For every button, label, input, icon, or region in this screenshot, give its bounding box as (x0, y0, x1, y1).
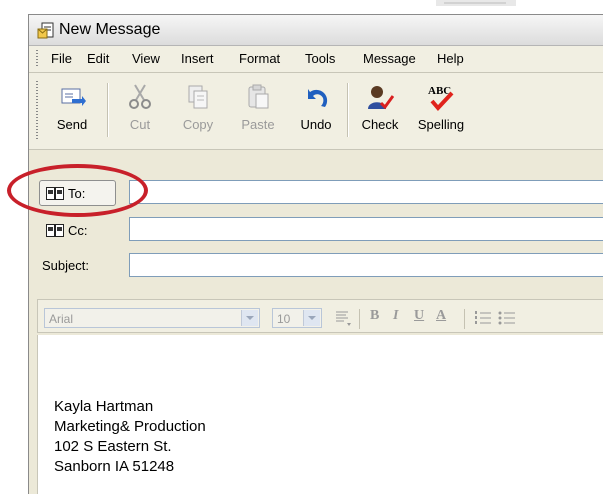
underline-button[interactable]: U (414, 308, 424, 324)
menu-message[interactable]: Message (363, 51, 416, 66)
address-book-icon (46, 187, 64, 200)
menu-tools[interactable]: Tools (305, 51, 335, 66)
menu-grip[interactable] (36, 50, 38, 68)
cc-label: Cc: (68, 223, 88, 238)
check-names-label: Check (361, 117, 399, 132)
menu-file[interactable]: File (51, 51, 72, 66)
paste-icon (248, 84, 269, 109)
check-names-icon (368, 86, 394, 110)
menu-edit[interactable]: Edit (87, 51, 109, 66)
subject-field[interactable] (129, 253, 603, 277)
menu-format[interactable]: Format (239, 51, 280, 66)
subject-row: Subject: (29, 251, 603, 281)
background-window-fragment (436, 0, 516, 6)
message-body[interactable]: Kayla Hartman Marketing& Production 102 … (37, 335, 603, 494)
to-row: To: (29, 178, 603, 208)
toolbar-separator (347, 83, 349, 137)
cc-address-button[interactable]: Cc: (39, 217, 116, 243)
spelling-label: Spelling (417, 117, 465, 132)
spelling-button[interactable]: ABC Spelling (409, 79, 473, 141)
format-separator (359, 309, 360, 329)
copy-icon (188, 85, 208, 109)
font-color-button[interactable]: A (436, 308, 446, 324)
signature-block: Kayla Hartman Marketing& Production 102 … (54, 397, 206, 477)
cut-button[interactable]: Cut (114, 79, 166, 141)
font-size-value: 10 (277, 312, 291, 326)
paste-label: Paste (241, 117, 275, 132)
menu-insert[interactable]: Insert (181, 51, 214, 66)
chevron-down-icon[interactable] (241, 310, 258, 326)
bulleted-list-icon[interactable] (498, 309, 516, 327)
undo-icon (308, 89, 328, 107)
send-label: Send (56, 117, 88, 132)
title-bar: New Message (29, 15, 603, 46)
chevron-down-icon[interactable] (303, 310, 320, 326)
menu-view[interactable]: View (132, 51, 160, 66)
address-book-icon (46, 224, 64, 237)
font-select[interactable]: Arial (44, 308, 260, 328)
send-button[interactable]: Send (43, 79, 101, 141)
check-names-button[interactable]: Check (354, 79, 406, 141)
send-icon (61, 88, 86, 106)
copy-button[interactable]: Copy (171, 79, 225, 141)
font-size-select[interactable]: 10 (272, 308, 322, 328)
signature-street: 102 S Eastern St. (54, 438, 172, 455)
signature-city: Sanborn IA 51248 (54, 458, 175, 475)
numbered-list-icon[interactable] (474, 309, 492, 327)
toolbar-grip[interactable] (36, 81, 38, 139)
signature-name: Kayla Hartman (54, 398, 154, 415)
undo-button[interactable]: Undo (291, 79, 341, 141)
menu-help[interactable]: Help (437, 51, 464, 66)
signature-department: Marketing& Production (54, 418, 206, 435)
italic-button[interactable]: I (393, 308, 398, 324)
new-message-icon (37, 22, 54, 39)
copy-label: Copy (182, 117, 214, 132)
formatting-toolbar: Arial 10 B I U A (37, 299, 603, 333)
to-field[interactable] (129, 180, 603, 204)
paragraph-style-icon[interactable] (334, 309, 352, 327)
undo-label: Undo (300, 117, 332, 132)
to-address-button[interactable]: To: (39, 180, 116, 206)
spelling-icon: ABC (428, 85, 454, 111)
toolbar: Send Cut Copy Paste Undo Check ABC Spell… (29, 73, 603, 150)
window-title: New Message (59, 21, 161, 38)
bold-button[interactable]: B (370, 308, 379, 324)
cut-label: Cut (129, 117, 151, 132)
toolbar-separator (107, 83, 109, 137)
font-value: Arial (49, 312, 74, 326)
cut-icon (129, 84, 151, 109)
paste-button[interactable]: Paste (230, 79, 286, 141)
new-message-window: New Message File Edit View Insert Format… (28, 14, 603, 494)
cc-row: Cc: (29, 215, 603, 245)
menu-bar: File Edit View Insert Format Tools Messa… (29, 46, 603, 73)
to-label: To: (68, 186, 86, 201)
format-separator (464, 309, 465, 329)
subject-label: Subject: (42, 258, 89, 273)
cc-field[interactable] (129, 217, 603, 241)
